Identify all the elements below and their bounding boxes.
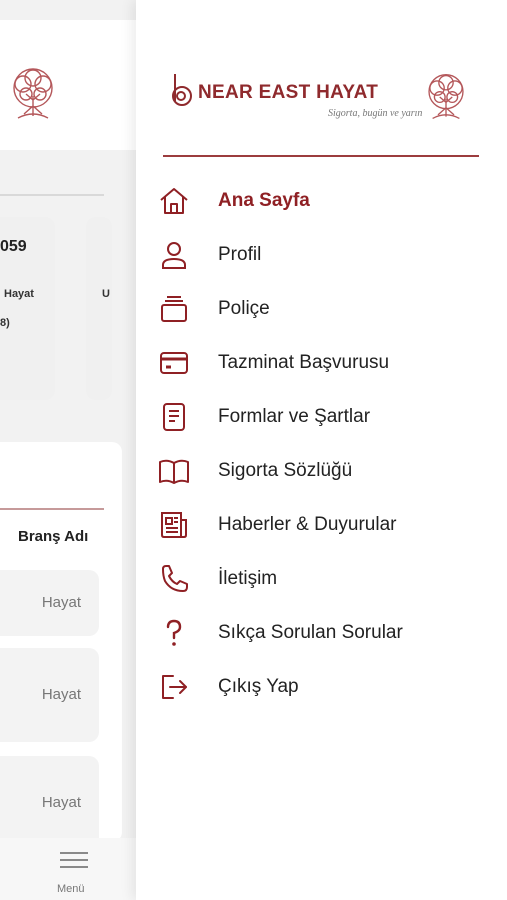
menu-item-label: Sıkça Sorulan Sorular [218, 622, 403, 643]
menu-item-forms[interactable]: Formlar ve Şartlar [156, 390, 496, 444]
credit-card-icon [156, 346, 192, 380]
menu-item-profile[interactable]: Profil [156, 228, 496, 282]
home-icon [156, 184, 192, 218]
question-icon [156, 616, 192, 650]
screen: 059 Hayat 8) U Branş Adı Hayat Hayat Hay… [0, 0, 507, 900]
phone-icon [156, 562, 192, 596]
menu-item-label: Profil [218, 244, 262, 265]
brand-tagline: Sigorta, bugün ve yarın [328, 108, 423, 119]
hamburger-icon [60, 852, 88, 873]
menu-item-glossary[interactable]: Sigorta Sözlüğü [156, 444, 496, 498]
menu-item-news[interactable]: Haberler & Duyurular [156, 498, 496, 552]
policy-icon [156, 292, 192, 326]
table-cell-branch: Hayat [41, 594, 81, 611]
table-cell-branch: Hayat [41, 686, 81, 703]
policy-branch: Hayat [4, 288, 34, 300]
menu-tab-label: Menü [57, 883, 85, 895]
side-drawer: NEAR EAST HAYAT Sigorta, bugün ve yarın [136, 0, 507, 900]
menu-item-faq[interactable]: Sıkça Sorulan Sorular [156, 606, 496, 660]
brand-name: NEAR EAST HAYAT [198, 82, 379, 103]
menu-item-label: Tazminat Başvurusu [218, 352, 390, 373]
table-row[interactable]: Hayat [0, 570, 99, 636]
background-divider [0, 194, 104, 196]
menu-item-label: Sigorta Sözlüğü [218, 460, 353, 481]
table-divider [0, 508, 104, 510]
newspaper-icon [156, 508, 192, 542]
table-column-header: Branş Adı [18, 528, 89, 545]
table-row[interactable]: Hayat [0, 756, 99, 850]
menu-item-claim[interactable]: Tazminat Başvurusu [156, 336, 496, 390]
menu-item-logout[interactable]: Çıkış Yap [156, 660, 496, 714]
menu-item-home[interactable]: Ana Sayfa [156, 174, 496, 228]
menu-item-policy[interactable]: Poliçe [156, 282, 496, 336]
menu-item-label: Poliçe [218, 298, 270, 319]
document-icon [156, 400, 192, 434]
menu-tab-button[interactable]: Menü [54, 848, 94, 896]
menu-item-label: Çıkış Yap [218, 676, 299, 697]
drawer-divider [163, 155, 479, 157]
user-icon [156, 238, 192, 272]
menu-item-label: Formlar ve Şartlar [218, 406, 371, 427]
menu-item-label: Ana Sayfa [218, 190, 310, 211]
book-icon [156, 454, 192, 488]
tree-logo-icon [4, 66, 62, 127]
brand-mark-icon [172, 74, 192, 106]
logout-icon [156, 670, 192, 704]
table-cell-branch: Hayat [41, 794, 81, 811]
policy-detail: 8) [0, 317, 10, 329]
table-row[interactable]: Hayat [0, 648, 99, 742]
policy-card[interactable] [86, 217, 112, 400]
menu-item-label: İletişim [218, 568, 278, 589]
tree-logo-icon [420, 72, 472, 127]
drawer-menu: Ana Sayfa Profil Poliçe Tazminat Başvuru… [156, 174, 496, 714]
menu-item-contact[interactable]: İletişim [156, 552, 496, 606]
policy-detail: U [102, 288, 110, 300]
menu-item-label: Haberler & Duyurular [218, 514, 397, 535]
policy-number: 059 [0, 238, 27, 255]
